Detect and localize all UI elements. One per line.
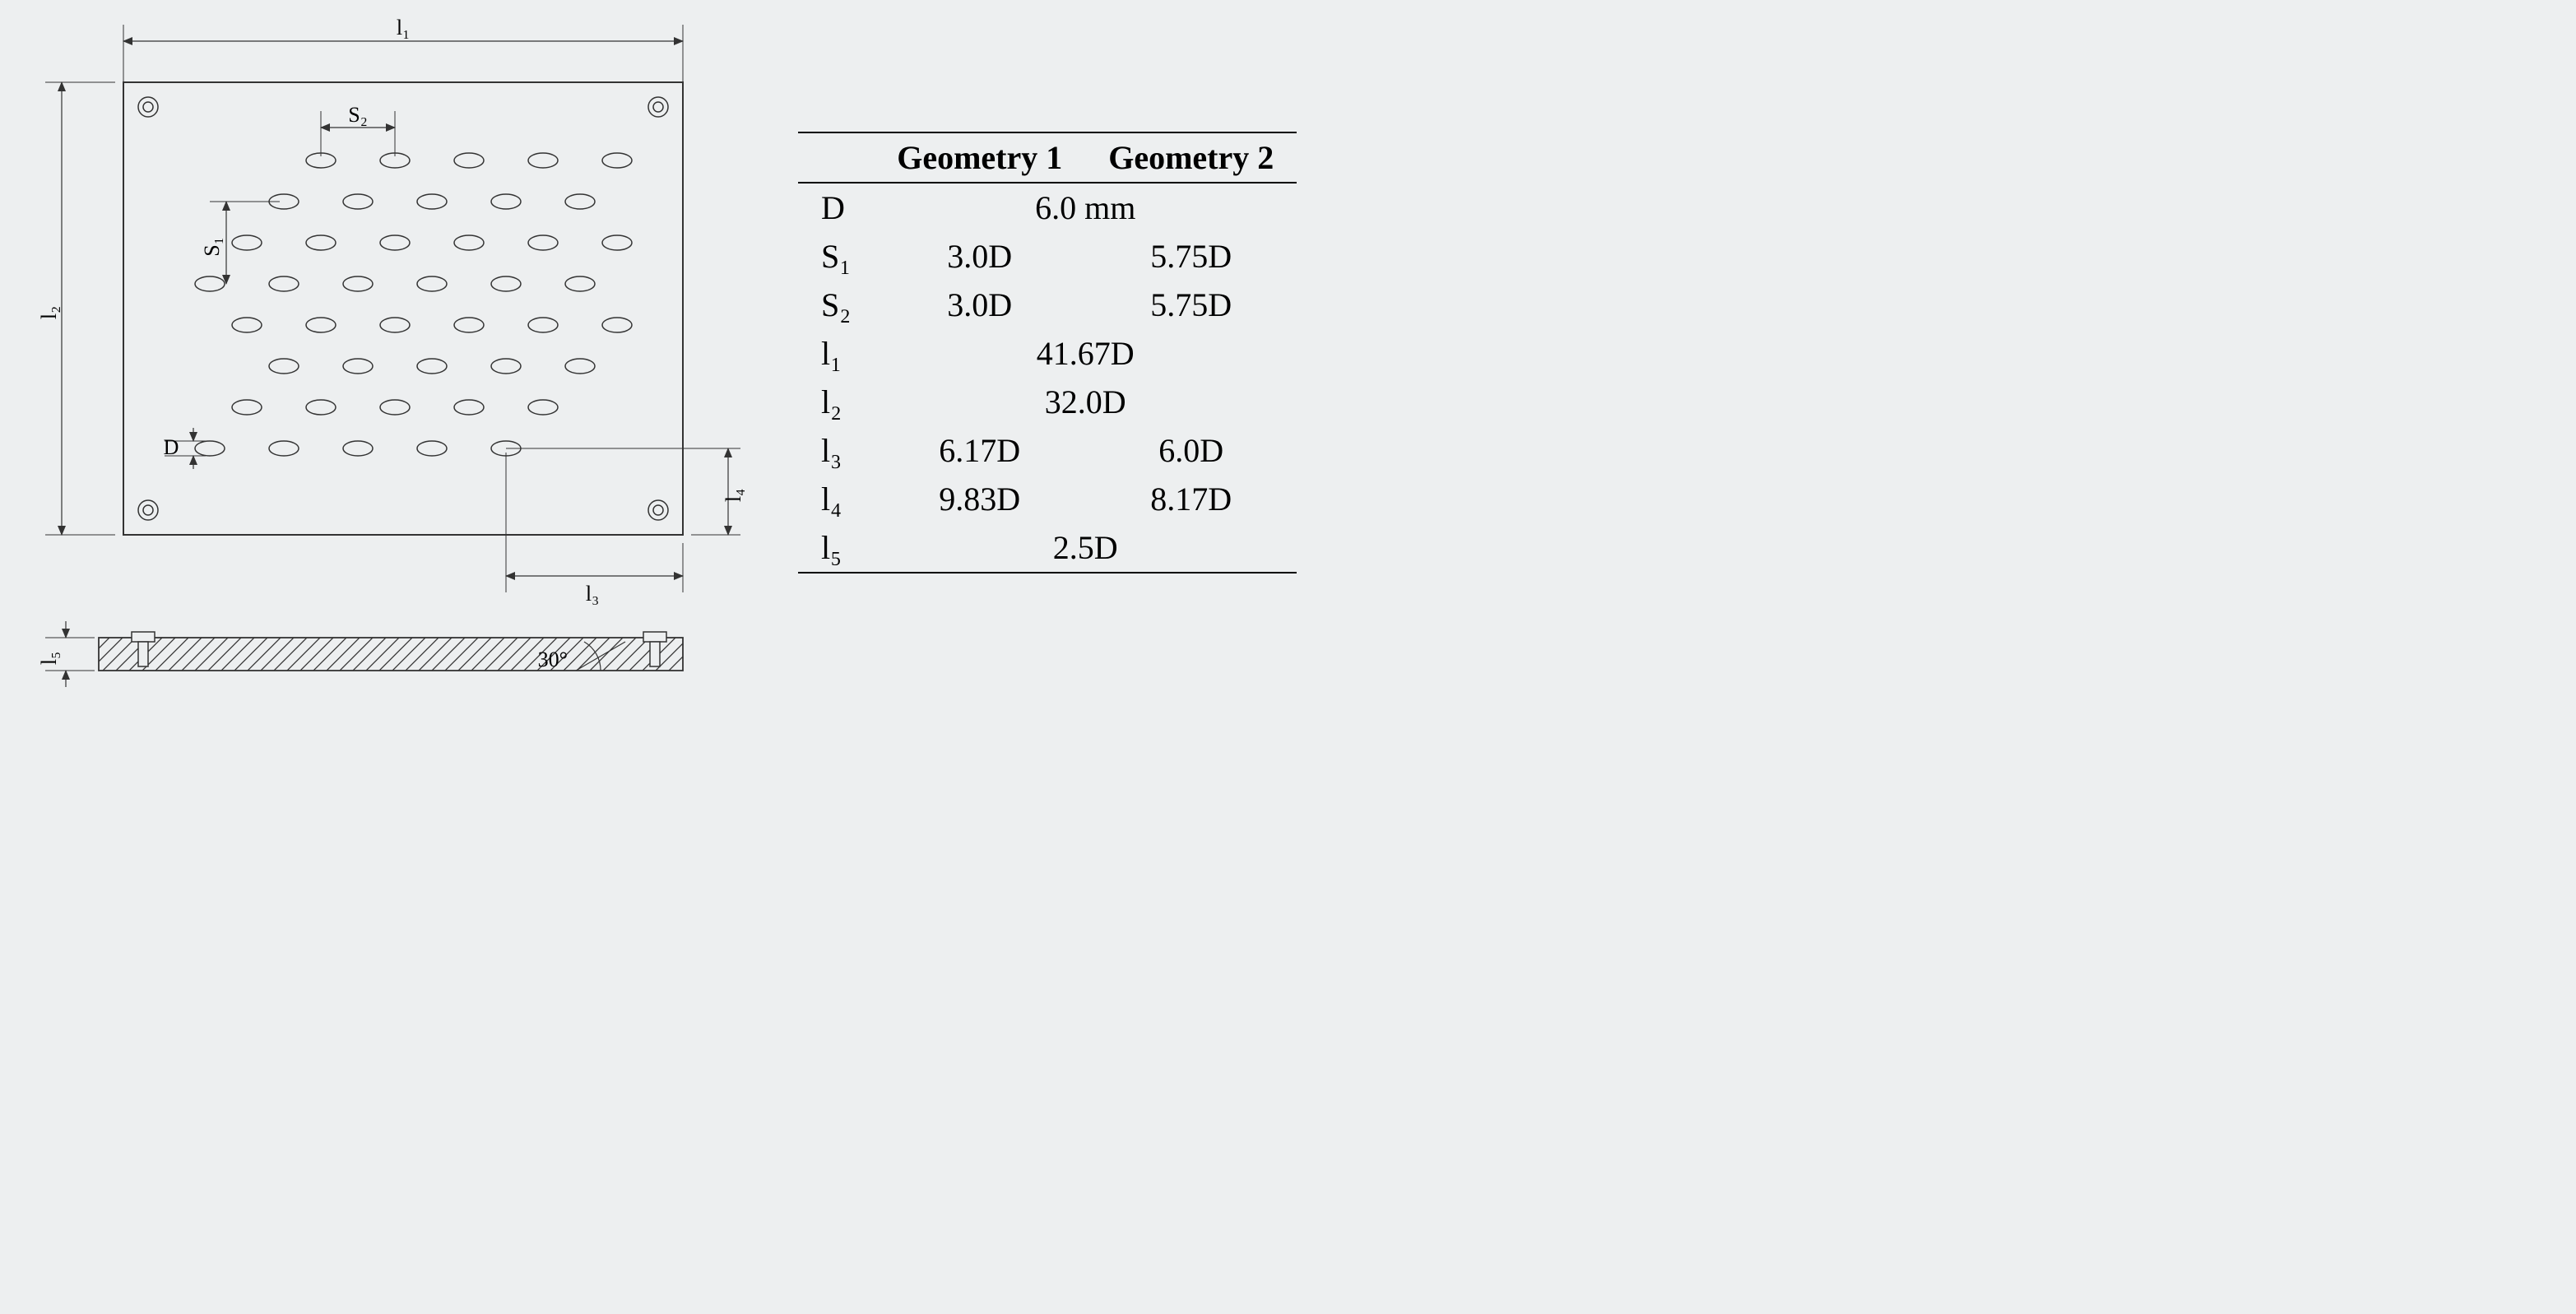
param-cell: l₃ bbox=[798, 426, 874, 475]
value-cell: 2.5D bbox=[874, 523, 1297, 573]
value-cell: 3.0D bbox=[874, 232, 1085, 281]
label-D: D bbox=[164, 435, 179, 459]
engineering-drawing: l₁ l₂ bbox=[33, 16, 749, 695]
col-header-2: Geometry 2 bbox=[1085, 132, 1297, 183]
value-cell: 3.0D bbox=[874, 281, 1085, 329]
param-cell: l₅ bbox=[798, 523, 874, 573]
value-cell: 6.0 mm bbox=[874, 183, 1297, 232]
value-cell: 41.67D bbox=[874, 329, 1297, 378]
param-cell: S₁ bbox=[798, 232, 874, 281]
bolt-holes bbox=[138, 97, 668, 520]
label-l3: l₃ bbox=[586, 582, 599, 606]
param-cell: l₂ bbox=[798, 378, 874, 426]
value-cell: 6.0D bbox=[1085, 426, 1297, 475]
label-angle: 30° bbox=[538, 648, 568, 671]
label-S1: S₁ bbox=[200, 237, 224, 257]
hole-array bbox=[195, 153, 632, 456]
value-cell: 6.17D bbox=[874, 426, 1085, 475]
side-view: 30° bbox=[99, 632, 683, 671]
plate-outline bbox=[123, 82, 683, 535]
value-cell: 5.75D bbox=[1085, 281, 1297, 329]
label-S2: S₂ bbox=[348, 103, 368, 127]
param-cell: D bbox=[798, 183, 874, 232]
geometry-table: Geometry 1 Geometry 2 D6.0 mmS₁3.0D5.75D… bbox=[798, 132, 1297, 573]
label-l4: l₄ bbox=[722, 489, 745, 502]
drawing-svg: l₁ l₂ bbox=[33, 16, 749, 691]
value-cell: 32.0D bbox=[874, 378, 1297, 426]
value-cell: 5.75D bbox=[1085, 232, 1297, 281]
param-cell: S₂ bbox=[798, 281, 874, 329]
label-l5: l₅ bbox=[37, 652, 61, 665]
label-l1: l₁ bbox=[397, 16, 410, 39]
param-cell: l₁ bbox=[798, 329, 874, 378]
value-cell: 9.83D bbox=[874, 475, 1085, 523]
label-l2: l₂ bbox=[37, 306, 61, 319]
param-cell: l₄ bbox=[798, 475, 874, 523]
value-cell: 8.17D bbox=[1085, 475, 1297, 523]
col-header-1: Geometry 1 bbox=[874, 132, 1085, 183]
